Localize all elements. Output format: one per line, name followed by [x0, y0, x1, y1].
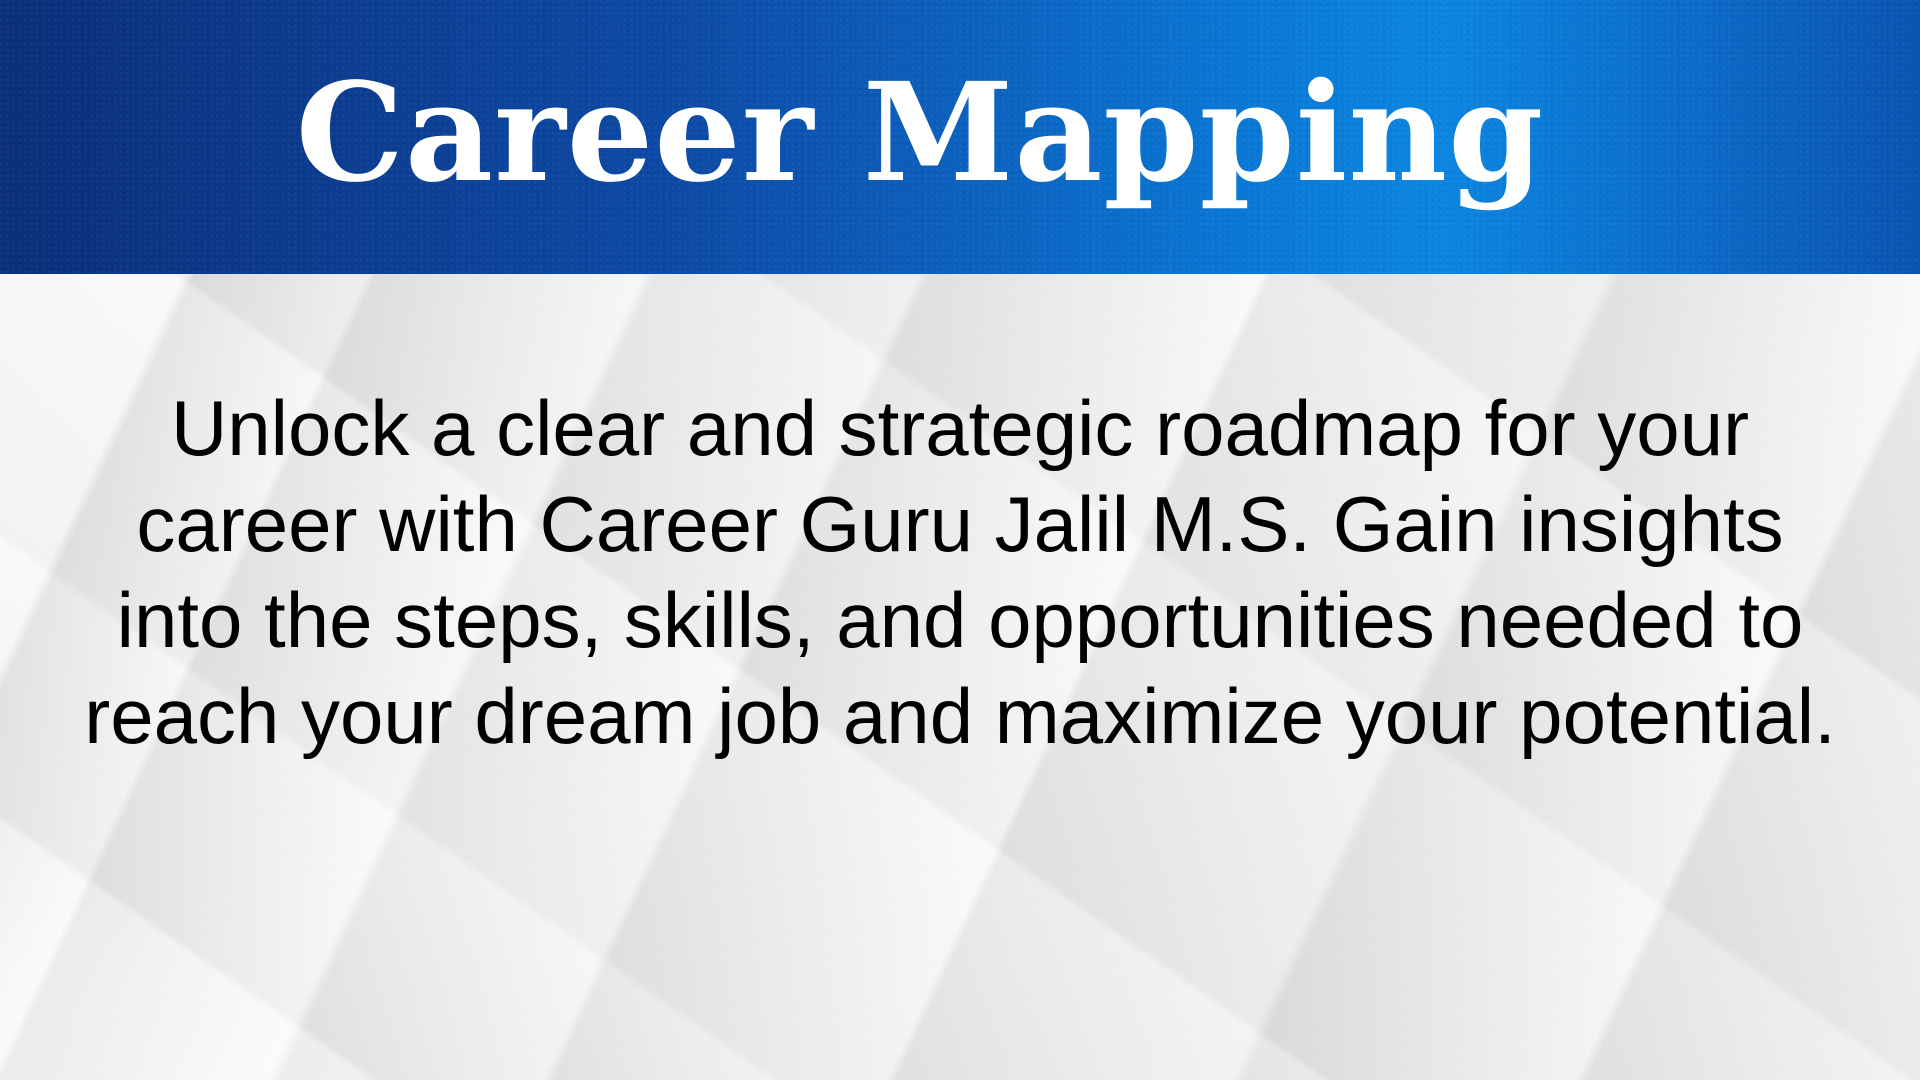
page-title: Career Mapping: [295, 53, 1545, 213]
description-text: Unlock a clear and strategic roadmap for…: [84, 384, 1836, 760]
header-banner: Career Mapping: [0, 0, 1920, 274]
